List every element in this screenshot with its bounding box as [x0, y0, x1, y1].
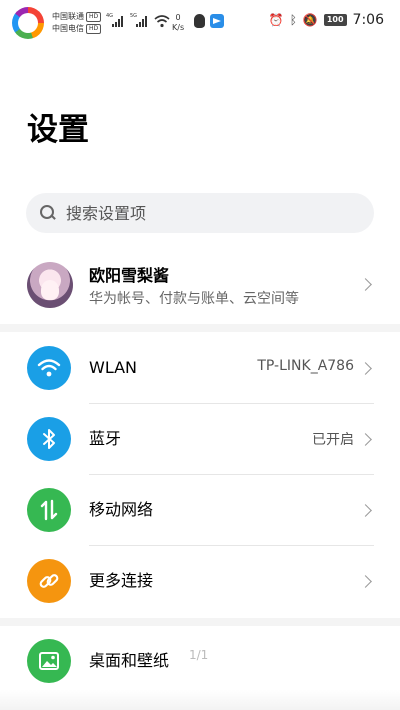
- alarm-icon: ⏰: [268, 13, 284, 27]
- speed-unit: K/s: [172, 23, 185, 32]
- status-right: ⏰ ᛒ 🔕 100 7:06: [269, 12, 384, 28]
- network-speed: 0 K/s: [172, 13, 184, 33]
- app-ring-icon: [12, 7, 44, 39]
- settings-item-label: 桌面和壁纸: [89, 651, 170, 670]
- battery-icon: 100: [323, 14, 347, 26]
- search-icon: [40, 205, 56, 221]
- carrier-1: 中国联通: [52, 12, 84, 21]
- page-indicator: 1/1: [189, 648, 209, 662]
- wifi-icon: [154, 15, 170, 28]
- settings-item-more-connections[interactable]: 更多连接: [0, 546, 400, 617]
- link-icon: [27, 559, 71, 603]
- chevron-right-icon: [359, 433, 372, 446]
- telegram-icon: [210, 14, 224, 28]
- qq-icon: [194, 14, 205, 28]
- settings-item-wlan[interactable]: WLAN TP-LINK_A786: [0, 333, 400, 404]
- profile-name: 欧阳雪梨酱: [89, 266, 170, 285]
- settings-item-value: TP-LINK_A786: [257, 358, 354, 374]
- settings-item-value: 已开启: [312, 432, 354, 448]
- search-input[interactable]: [66, 203, 346, 223]
- clock: 7:06: [352, 12, 384, 28]
- speed-value: 0: [175, 13, 181, 22]
- settings-item-bluetooth[interactable]: 蓝牙 已开启: [0, 404, 400, 475]
- hd-badge: HD: [86, 11, 102, 22]
- hd-badge: HD: [86, 23, 102, 34]
- bottom-fade: [0, 690, 400, 710]
- chevron-right-icon: [359, 278, 372, 291]
- settings-item-label: 更多连接: [89, 571, 154, 590]
- search-bar[interactable]: [26, 193, 374, 233]
- chevron-right-icon: [359, 504, 372, 517]
- signal-icon: [136, 15, 147, 27]
- avatar: [27, 262, 73, 308]
- wallpaper-icon: [27, 639, 71, 683]
- mute-icon: 🔕: [302, 13, 318, 27]
- settings-item-label: 移动网络: [89, 500, 154, 519]
- signal-icon: [112, 15, 123, 27]
- settings-item-mobile-network[interactable]: 移动网络: [0, 475, 400, 546]
- status-bar: 中国联通 HD 中国电信 HD 4G 5G 0 K/s ⏰ ᛒ 🔕 100 7:06: [0, 0, 400, 48]
- bluetooth-icon: [27, 417, 71, 461]
- profile-subtitle: 华为帐号、付款与账单、云空间等: [89, 291, 299, 307]
- section-divider: [0, 618, 400, 626]
- page-title: 设置: [27, 112, 89, 148]
- wifi-icon: [27, 346, 71, 390]
- account-profile[interactable]: 欧阳雪梨酱 华为帐号、付款与账单、云空间等: [0, 252, 400, 318]
- settings-item-label: 蓝牙: [89, 429, 122, 448]
- chevron-right-icon: [359, 362, 372, 375]
- mobile-data-icon: [27, 488, 71, 532]
- carrier-info: 中国联通 HD 中国电信 HD: [52, 11, 102, 35]
- section-divider: [0, 324, 400, 332]
- settings-item-label: WLAN: [89, 358, 138, 377]
- bluetooth-icon: ᛒ: [289, 13, 297, 27]
- chevron-right-icon: [359, 575, 372, 588]
- carrier-2: 中国电信: [52, 24, 84, 33]
